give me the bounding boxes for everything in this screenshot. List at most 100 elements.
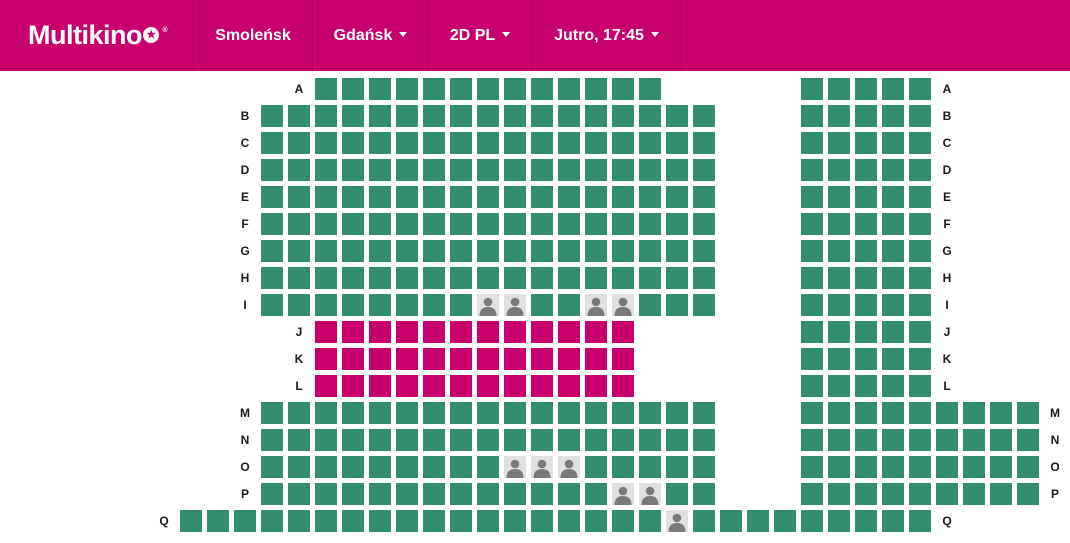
seat-available[interactable] bbox=[666, 159, 688, 181]
seat-available[interactable] bbox=[585, 456, 607, 478]
seat-available[interactable] bbox=[828, 348, 850, 370]
seat-available[interactable] bbox=[288, 483, 310, 505]
seat-available[interactable] bbox=[558, 78, 580, 100]
seat-available[interactable] bbox=[639, 78, 661, 100]
seat-available[interactable] bbox=[261, 213, 283, 235]
seat-vip[interactable] bbox=[585, 348, 607, 370]
seat-available[interactable] bbox=[315, 456, 337, 478]
seat-available[interactable] bbox=[612, 429, 634, 451]
seat-available[interactable] bbox=[639, 213, 661, 235]
seat-available[interactable] bbox=[855, 348, 877, 370]
seat-vip[interactable] bbox=[531, 348, 553, 370]
seat-available[interactable] bbox=[396, 429, 418, 451]
seat-available[interactable] bbox=[288, 132, 310, 154]
seat-available[interactable] bbox=[639, 456, 661, 478]
seat-available[interactable] bbox=[720, 510, 742, 532]
seat-available[interactable] bbox=[801, 159, 823, 181]
seat-available[interactable] bbox=[369, 213, 391, 235]
seat-vip[interactable] bbox=[369, 375, 391, 397]
seat-available[interactable] bbox=[855, 294, 877, 316]
seat-vip[interactable] bbox=[342, 321, 364, 343]
seat-available[interactable] bbox=[396, 483, 418, 505]
seat-available[interactable] bbox=[450, 78, 472, 100]
seat-available[interactable] bbox=[693, 267, 715, 289]
seat-available[interactable] bbox=[504, 402, 526, 424]
seat-available[interactable] bbox=[558, 483, 580, 505]
seat-available[interactable] bbox=[855, 429, 877, 451]
seat-available[interactable] bbox=[585, 267, 607, 289]
seat-vip[interactable] bbox=[450, 348, 472, 370]
seat-available[interactable] bbox=[882, 510, 904, 532]
seat-available[interactable] bbox=[423, 159, 445, 181]
seat-available[interactable] bbox=[477, 132, 499, 154]
seat-available[interactable] bbox=[882, 429, 904, 451]
seat-available[interactable] bbox=[558, 186, 580, 208]
seat-available[interactable] bbox=[450, 105, 472, 127]
nav-cinema-smolensk[interactable]: Smoleńsk bbox=[193, 0, 312, 71]
seat-available[interactable] bbox=[423, 240, 445, 262]
seat-available[interactable] bbox=[450, 186, 472, 208]
seat-available[interactable] bbox=[936, 402, 958, 424]
seat-available[interactable] bbox=[315, 159, 337, 181]
seat-available[interactable] bbox=[909, 510, 931, 532]
seat-available[interactable] bbox=[369, 132, 391, 154]
seat-available[interactable] bbox=[315, 105, 337, 127]
seat-available[interactable] bbox=[477, 213, 499, 235]
seat-available[interactable] bbox=[909, 321, 931, 343]
seat-available[interactable] bbox=[585, 240, 607, 262]
seat-available[interactable] bbox=[315, 186, 337, 208]
seat-available[interactable] bbox=[828, 105, 850, 127]
seat-vip[interactable] bbox=[477, 321, 499, 343]
seat-available[interactable] bbox=[666, 186, 688, 208]
seat-available[interactable] bbox=[423, 402, 445, 424]
seat-available[interactable] bbox=[261, 267, 283, 289]
seat-available[interactable] bbox=[585, 483, 607, 505]
seat-available[interactable] bbox=[369, 294, 391, 316]
seat-available[interactable] bbox=[585, 213, 607, 235]
seat-available[interactable] bbox=[882, 78, 904, 100]
seat-available[interactable] bbox=[288, 510, 310, 532]
seat-available[interactable] bbox=[882, 159, 904, 181]
seat-available[interactable] bbox=[666, 105, 688, 127]
seat-available[interactable] bbox=[963, 456, 985, 478]
seat-available[interactable] bbox=[909, 186, 931, 208]
nav-city-dropdown[interactable]: Gdańsk bbox=[312, 0, 428, 71]
seat-available[interactable] bbox=[666, 429, 688, 451]
seat-available[interactable] bbox=[666, 213, 688, 235]
seat-available[interactable] bbox=[315, 402, 337, 424]
seat-available[interactable] bbox=[396, 510, 418, 532]
seat-available[interactable] bbox=[639, 267, 661, 289]
seat-available[interactable] bbox=[882, 240, 904, 262]
seat-available[interactable] bbox=[909, 105, 931, 127]
seat-available[interactable] bbox=[693, 483, 715, 505]
seat-available[interactable] bbox=[423, 78, 445, 100]
seat-available[interactable] bbox=[990, 402, 1012, 424]
seat-vip[interactable] bbox=[315, 375, 337, 397]
seat-available[interactable] bbox=[855, 186, 877, 208]
seat-available[interactable] bbox=[450, 510, 472, 532]
seat-available[interactable] bbox=[882, 132, 904, 154]
seat-available[interactable] bbox=[342, 159, 364, 181]
seat-vip[interactable] bbox=[504, 348, 526, 370]
seat-available[interactable] bbox=[342, 186, 364, 208]
seat-available[interactable] bbox=[828, 132, 850, 154]
seat-available[interactable] bbox=[909, 348, 931, 370]
seat-available[interactable] bbox=[963, 429, 985, 451]
seat-available[interactable] bbox=[477, 429, 499, 451]
seat-available[interactable] bbox=[504, 510, 526, 532]
seat-available[interactable] bbox=[504, 186, 526, 208]
seat-available[interactable] bbox=[612, 186, 634, 208]
seat-available[interactable] bbox=[828, 294, 850, 316]
seat-available[interactable] bbox=[477, 186, 499, 208]
seat-available[interactable] bbox=[639, 240, 661, 262]
seat-available[interactable] bbox=[855, 375, 877, 397]
seat-available[interactable] bbox=[423, 483, 445, 505]
seat-available[interactable] bbox=[261, 510, 283, 532]
seat-vip[interactable] bbox=[450, 321, 472, 343]
seat-available[interactable] bbox=[828, 402, 850, 424]
seat-available[interactable] bbox=[828, 483, 850, 505]
seat-available[interactable] bbox=[1017, 456, 1039, 478]
seat-available[interactable] bbox=[531, 186, 553, 208]
seat-available[interactable] bbox=[909, 240, 931, 262]
seat-vip[interactable] bbox=[504, 375, 526, 397]
